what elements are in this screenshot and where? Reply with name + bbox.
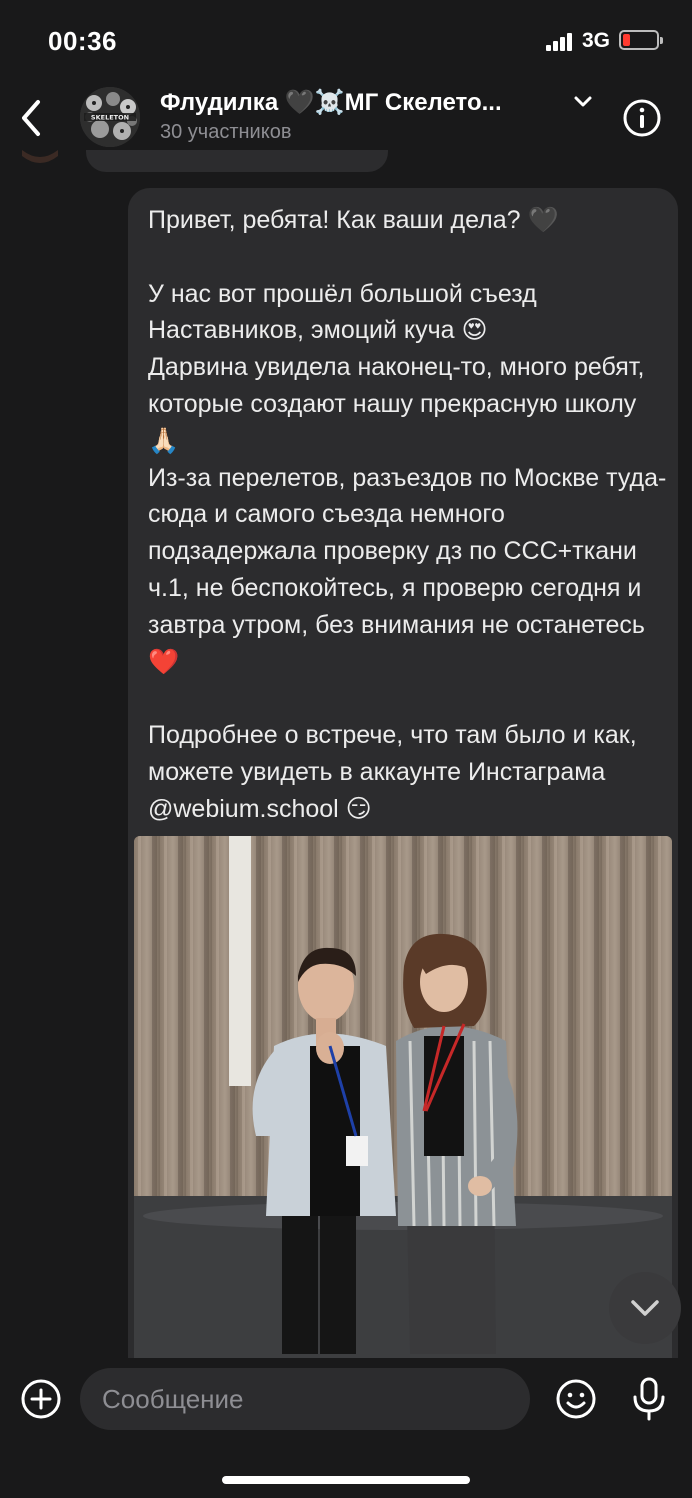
message-input[interactable]: [80, 1368, 530, 1430]
network-type: 3G: [582, 29, 611, 52]
microphone-icon[interactable]: [630, 1376, 668, 1422]
chat-member-count: 30 участников: [160, 121, 292, 143]
plus-icon[interactable]: [20, 1378, 62, 1420]
composer-bar: [0, 1358, 692, 1498]
chat-header: SKELETON Флудилка 🖤☠️МГ Скелето... 30 уч…: [0, 80, 692, 160]
message-photo[interactable]: [134, 836, 672, 1358]
chat-avatar[interactable]: SKELETON: [80, 87, 140, 147]
message-text: Привет, ребята! Как ваши дела? 🖤 У нас в…: [148, 206, 667, 823]
photo-image: [134, 836, 672, 1358]
previous-sender-avatar: [22, 150, 58, 163]
status-bar: 00:36 3G: [0, 0, 692, 80]
info-icon[interactable]: [622, 98, 662, 138]
scroll-to-bottom-button[interactable]: [609, 1272, 681, 1344]
signal-icon: [546, 33, 572, 51]
status-time: 00:36: [48, 26, 117, 56]
skeleton-avatar-image: SKELETON: [80, 87, 140, 147]
home-indicator: [222, 1476, 470, 1484]
chevron-down-icon[interactable]: [572, 94, 594, 110]
back-icon[interactable]: [16, 96, 46, 140]
battery-icon: [619, 30, 663, 50]
chevron-down-icon: [631, 1300, 659, 1316]
emoji-icon[interactable]: [555, 1378, 597, 1420]
message-bubble: Привет, ребята! Как ваши дела? 🖤 У нас в…: [128, 188, 678, 1358]
avatar-logo-text: SKELETON: [91, 114, 129, 122]
chat-title[interactable]: Флудилка 🖤☠️МГ Скелето...: [160, 88, 502, 117]
previous-message-bubble: [86, 150, 388, 172]
